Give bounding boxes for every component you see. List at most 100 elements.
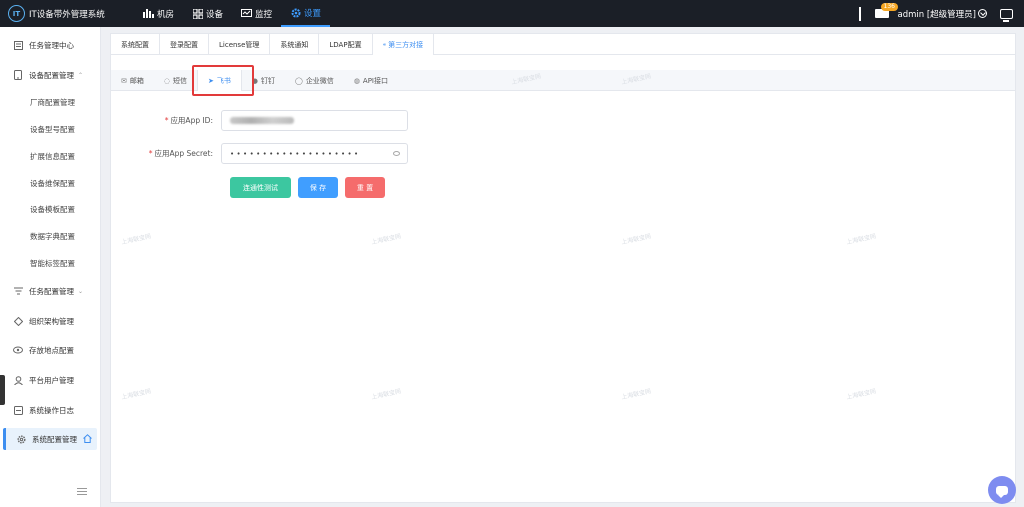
mail-icon[interactable]: 136 — [874, 3, 898, 18]
logo-icon: IT — [8, 5, 25, 22]
filter-icon — [13, 286, 23, 296]
watermark: 上海联宝网 — [845, 387, 877, 402]
tab-ldap[interactable]: LDAP配置 — [319, 34, 373, 55]
sidebar-item-label: 厂商配置管理 — [30, 97, 75, 107]
app-title: IT设备带外管理系统 — [29, 9, 105, 20]
sidebar-item-vendor[interactable]: 厂商配置管理 — [0, 91, 100, 113]
primary-tabs: 系统配置 登录配置 License管理 系统通知 LDAP配置 ⁌ 第三方对接 — [111, 34, 1015, 55]
tab-wecom[interactable]: ◯ 企业微信 — [285, 70, 344, 91]
sidebar-item-label: 系统操作日志 — [29, 405, 74, 415]
screen-icon[interactable] — [1000, 8, 1013, 22]
tab-label: 系统通知 — [280, 40, 309, 49]
tab-login-config[interactable]: 登录配置 — [160, 34, 209, 55]
watermark: 上海联宝网 — [620, 232, 652, 247]
home-icon[interactable] — [83, 433, 92, 445]
tab-api[interactable]: ◍ API接口 — [344, 70, 398, 91]
watermark: 上海联宝网 — [120, 232, 152, 247]
tab-system-config[interactable]: 系统配置 — [111, 34, 160, 55]
sidebar-item-label: 存放地点配置 — [29, 345, 74, 355]
sidebar-item-label: 任务配置管理 — [29, 286, 74, 296]
highlight-annotation — [192, 65, 254, 96]
label-text: 应用App Secret: — [154, 149, 213, 158]
wecom-icon: ◯ — [294, 76, 303, 85]
bulb-icon: ◍ — [353, 76, 360, 85]
watermark: 上海联宝网 — [845, 232, 877, 247]
tab-label: 短信 — [172, 76, 187, 85]
nav-item-room-label: 机房 — [157, 9, 175, 20]
mail-icon: ✉ — [121, 76, 127, 85]
connectivity-test-button[interactable]: 连通性测试 — [230, 177, 291, 198]
sidebar-item-label: 系统配置管理 — [32, 434, 77, 444]
sidebar-item-dictionary[interactable]: 数据字典配置 — [0, 225, 100, 247]
watermark: 上海联宝网 — [370, 387, 402, 402]
grid-icon — [192, 8, 203, 19]
watermark: 上海联宝网 — [120, 387, 152, 402]
sidebar-item-label: 设备配置管理 — [29, 70, 74, 80]
sidebar-item-label: 数据字典配置 — [30, 231, 75, 241]
nav-item-monitor[interactable]: 监控 — [232, 0, 281, 27]
nav-item-settings[interactable]: 设置 — [281, 0, 331, 27]
nav-item-monitor-label: 监控 — [255, 9, 273, 20]
tab-label: License管理 — [219, 40, 260, 49]
nav-item-room[interactable]: 机房 — [134, 0, 183, 27]
app-id-input[interactable] — [221, 110, 408, 131]
sidebar-item-label: 任务管理中心 — [29, 40, 74, 50]
tab-license[interactable]: License管理 — [209, 34, 271, 55]
log-icon — [13, 405, 23, 415]
watermark: 上海联宝网 — [370, 232, 402, 247]
sidebar-item-extinfo[interactable]: 扩展信息配置 — [0, 145, 100, 167]
tab-email[interactable]: ✉ 邮箱 — [111, 70, 154, 91]
sidebar-item-label: 扩展信息配置 — [30, 151, 75, 161]
monitor-icon — [241, 8, 253, 19]
gear-icon — [290, 8, 301, 18]
redacted-value — [230, 117, 294, 124]
app-id-row: * 应用App ID: — [111, 110, 408, 131]
tab-label: LDAP配置 — [329, 40, 362, 49]
sidebar-item-system-config[interactable]: 系统配置管理 — [3, 428, 97, 450]
sidebar-item-org[interactable]: 组织架构管理 — [0, 310, 100, 332]
app-secret-row: * 应用App Secret: •••••••••••••••••••• — [111, 143, 408, 164]
chevron-up-icon: ⌃ — [78, 71, 84, 79]
chat-button[interactable] — [988, 476, 1016, 504]
location-icon — [13, 345, 23, 355]
sidebar-item-label: 平台用户管理 — [29, 375, 74, 385]
sidebar-item-logs[interactable]: 系统操作日志 — [0, 399, 100, 421]
sidebar-item-task-center[interactable]: 任务管理中心 — [0, 34, 100, 56]
label-text: 应用App ID: — [170, 116, 213, 125]
tab-label: 邮箱 — [129, 76, 144, 85]
sidebar-item-task-config[interactable]: 任务配置管理 ⌄ — [0, 280, 100, 302]
sidebar-item-label: 设备型号配置 — [30, 124, 75, 134]
divider — [858, 6, 861, 21]
password-dots: •••••••••••••••••••• — [230, 149, 361, 158]
nav-item-device[interactable]: 设备 — [183, 0, 232, 27]
sidebar-item-tags[interactable]: 智能标签配置 — [0, 252, 100, 274]
eye-icon[interactable] — [393, 151, 400, 156]
sidebar-item-maintenance[interactable]: 设备维保配置 — [0, 172, 100, 194]
save-button[interactable]: 保 存 — [298, 177, 338, 198]
sidebar-item-users[interactable]: 平台用户管理 — [0, 369, 100, 391]
tab-label: 系统配置 — [121, 40, 149, 49]
nav-item-device-label: 设备 — [206, 9, 224, 20]
app-logo[interactable]: IT IT设备带外管理系统 — [8, 5, 120, 22]
drag-handle[interactable] — [0, 375, 5, 405]
sidebar-item-location[interactable]: 存放地点配置 — [0, 339, 100, 361]
tab-label: 登录配置 — [170, 40, 198, 49]
sidebar-item-label: 组织架构管理 — [29, 316, 74, 326]
tab-sms[interactable]: ◌ 短信 — [154, 70, 197, 91]
link-icon: ⁌ — [382, 40, 387, 49]
header-right: 136 admin [超级管理员] — [858, 0, 1024, 27]
sidebar-item-model[interactable]: 设备型号配置 — [0, 118, 100, 140]
menu-collapse-icon[interactable] — [77, 488, 87, 495]
org-icon — [13, 316, 23, 326]
reset-button[interactable]: 重 置 — [345, 177, 385, 198]
sms-icon: ◌ — [163, 76, 170, 85]
chat-icon — [996, 485, 1008, 498]
user-menu[interactable]: admin [超级管理员] — [898, 8, 987, 20]
app-secret-input[interactable]: •••••••••••••••••••• — [221, 143, 408, 164]
sidebar-item-template[interactable]: 设备模板配置 — [0, 198, 100, 220]
sidebar-item-device-config[interactable]: 设备配置管理 ⌃ — [0, 64, 100, 86]
user-name: admin [超级管理员] — [897, 9, 976, 20]
chevron-down-icon — [978, 8, 987, 18]
tab-third-party[interactable]: ⁌ 第三方对接 — [372, 34, 435, 55]
tab-notification[interactable]: 系统通知 — [270, 34, 320, 55]
